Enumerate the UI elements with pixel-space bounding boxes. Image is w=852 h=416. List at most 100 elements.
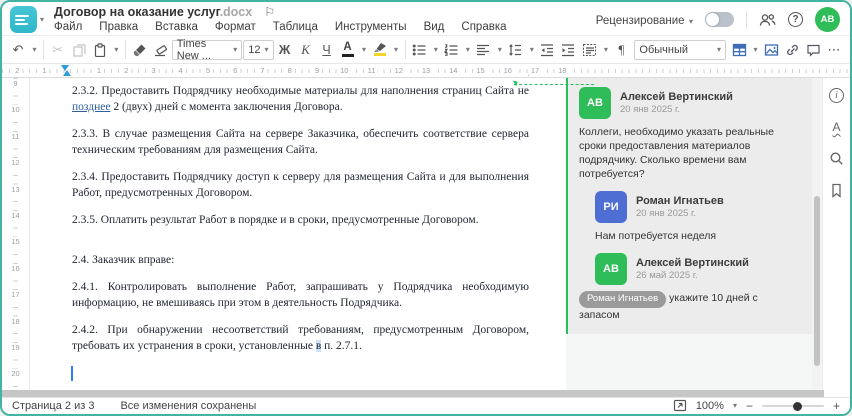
paragraph-2-3-5[interactable]: 2.3.5. Оплатить результат Работ в порядк… <box>72 213 529 229</box>
insert-comment-button[interactable] <box>803 39 823 61</box>
users-icon[interactable] <box>759 13 776 27</box>
line-spacing-button[interactable] <box>505 39 525 61</box>
font-color-dropdown[interactable]: ▾ <box>359 39 369 61</box>
document-page[interactable]: 2.3.2. Предоставить Подрядчику необходим… <box>30 78 594 390</box>
paragraph-2-3-2[interactable]: 2.3.2. Предоставить Подрядчику необходим… <box>72 84 529 115</box>
menu-insert[interactable]: Вставка <box>155 21 198 33</box>
info-icon[interactable]: i <box>829 88 844 103</box>
line-spacing-dropdown[interactable]: ▾ <box>526 39 536 61</box>
underline-button[interactable]: Ч <box>317 39 337 61</box>
copy-button[interactable] <box>69 39 89 61</box>
ruler-number: 7 <box>258 66 267 76</box>
bookmark-icon[interactable] <box>830 183 843 198</box>
chevron-down-icon: ▾ <box>32 44 37 54</box>
chevron-down-icon[interactable]: ▾ <box>40 15 44 24</box>
zoom-controls: 100% ▾ − + <box>673 399 840 414</box>
comment-date: 26 май 2025 г. <box>636 270 698 281</box>
insert-link-button[interactable] <box>782 39 802 61</box>
zoom-slider-handle[interactable] <box>792 401 802 411</box>
paragraph-2-4[interactable]: 2.4. Заказчик вправе: <box>72 253 529 269</box>
comment-reply[interactable]: АВ Алексей Вертинский 26 май 2025 г. Ром… <box>579 253 800 322</box>
ruler-number: 6 <box>231 66 240 76</box>
ruler-number: 16 <box>501 66 514 76</box>
ruler-number: 12 <box>392 66 405 76</box>
zoom-out-button[interactable]: − <box>746 400 753 412</box>
scrollbar-thumb[interactable] <box>814 196 820 366</box>
zoom-in-button[interactable]: + <box>833 400 840 412</box>
fit-page-icon[interactable] <box>673 399 687 414</box>
chevron-down-icon[interactable]: ▾ <box>733 402 737 410</box>
cut-button[interactable]: ✂ <box>48 39 68 61</box>
clear-style-button[interactable] <box>151 39 171 61</box>
menu-view[interactable]: Вид <box>424 21 445 33</box>
comment-item[interactable]: АВ Алексей Вертинский 20 янв 2025 г. Кол… <box>579 87 800 181</box>
highlight-color-dropdown[interactable]: ▾ <box>391 39 401 61</box>
menu-file[interactable]: Файл <box>54 21 82 33</box>
horizontal-ruler[interactable]: 2 1 1 2 3 4 5 6 7 8 9 10 11 12 13 14 15 16 17 18 <box>2 64 850 78</box>
align-dropdown[interactable]: ▾ <box>494 39 504 61</box>
title-block: Договор на оказание услуг.docx ⚐ Файл Пр… <box>54 4 507 35</box>
zoom-slider[interactable] <box>761 401 824 411</box>
comment-date: 20 янв 2025 г. <box>620 104 681 115</box>
paragraph-shading-button[interactable] <box>579 39 599 61</box>
flag-icon[interactable]: ⚐ <box>264 5 275 19</box>
paragraph-2-3-4[interactable]: 2.3.4. Предоставить Подрядчику доступ к … <box>72 170 529 201</box>
menu-format[interactable]: Формат <box>215 21 256 33</box>
menu-help[interactable]: Справка <box>461 21 506 33</box>
insert-image-button[interactable] <box>761 39 781 61</box>
paragraph-style-select[interactable]: Обычный ▾ <box>634 39 726 60</box>
increase-indent-button[interactable] <box>558 39 578 61</box>
paste-button[interactable] <box>90 39 110 61</box>
left-indent-marker[interactable] <box>63 70 71 76</box>
zoom-level[interactable]: 100% <box>696 400 724 412</box>
italic-button[interactable]: К <box>296 39 316 61</box>
bullet-list-dropdown[interactable]: ▾ <box>430 39 440 61</box>
nonprinting-chars-button[interactable]: ¶ <box>611 39 631 61</box>
insert-table-button[interactable] <box>729 39 749 61</box>
more-button[interactable]: ⋯ <box>824 39 844 61</box>
comment-thread[interactable]: АВ Алексей Вертинский 20 янв 2025 г. Кол… <box>566 78 812 334</box>
page-indicator[interactable]: Страница 2 из 3 <box>12 400 94 412</box>
review-mode-dropdown[interactable]: Рецензирование ▾ <box>596 11 693 29</box>
app-menu-button[interactable]: ▾ <box>10 6 44 33</box>
vertical-scrollbar[interactable] <box>812 78 822 390</box>
spellcheck-icon[interactable]: А <box>832 120 840 134</box>
font-color-button[interactable]: А <box>338 39 358 61</box>
menu-edit[interactable]: Правка <box>99 21 138 33</box>
format-painter-button[interactable] <box>130 39 150 61</box>
vertical-ruler[interactable]: 9 10 11 12 13 14 15 16 17 18 19 20 <box>2 78 30 390</box>
user-avatar[interactable]: АВ <box>815 7 840 32</box>
undo-button[interactable]: ↶ <box>8 39 28 61</box>
paragraph-shading-dropdown[interactable]: ▾ <box>600 39 610 61</box>
ruler-number: 10 <box>11 105 20 116</box>
review-toggle[interactable] <box>705 12 734 27</box>
document-text[interactable]: 2.3.2. Предоставить Подрядчику необходим… <box>71 84 529 382</box>
font-size-select[interactable]: 12 ▾ <box>243 39 274 60</box>
numbered-list-dropdown[interactable]: ▾ <box>462 39 472 61</box>
decrease-indent-button[interactable] <box>537 39 557 61</box>
horizontal-scroll-area[interactable] <box>2 390 824 397</box>
ruler-number: 10 <box>338 66 351 76</box>
menu-tools[interactable]: Инструменты <box>335 21 407 33</box>
search-icon[interactable] <box>829 151 844 166</box>
menu-table[interactable]: Таблица <box>273 21 318 33</box>
highlight-color-button[interactable] <box>370 39 390 61</box>
align-left-button[interactable] <box>473 39 493 61</box>
comment-reply[interactable]: РИ Роман Игнатьев 20 янв 2025 г. Нам пот… <box>595 191 800 243</box>
paragraph-2-3-3[interactable]: 2.3.3. В случае размещения Сайта на серв… <box>72 127 529 158</box>
paste-dropdown[interactable]: ▾ <box>111 39 121 61</box>
insert-table-dropdown[interactable]: ▾ <box>750 39 760 61</box>
numbered-list-button[interactable] <box>441 39 461 61</box>
paragraph-2-4-2[interactable]: 2.4.2. При обнаружении несоответствий тр… <box>72 323 529 354</box>
toggle-knob <box>706 13 719 26</box>
mention-badge[interactable]: Роман Игнатьев <box>579 291 667 308</box>
undo-dropdown[interactable]: ▾ <box>29 39 39 61</box>
font-name-select[interactable]: Times New ... ▾ <box>171 38 243 62</box>
document-title[interactable]: Договор на оказание услуг.docx <box>54 3 252 21</box>
app-logo-icon[interactable] <box>10 6 37 33</box>
comment-text: Роман Игнатьев укажите 10 дней с запасом <box>579 291 758 321</box>
paragraph-2-4-1[interactable]: 2.4.1. Контролировать выполнение Работ, … <box>72 280 529 311</box>
help-icon[interactable]: ? <box>788 12 803 27</box>
bold-button[interactable]: Ж <box>275 39 295 61</box>
bullet-list-button[interactable] <box>409 39 429 61</box>
